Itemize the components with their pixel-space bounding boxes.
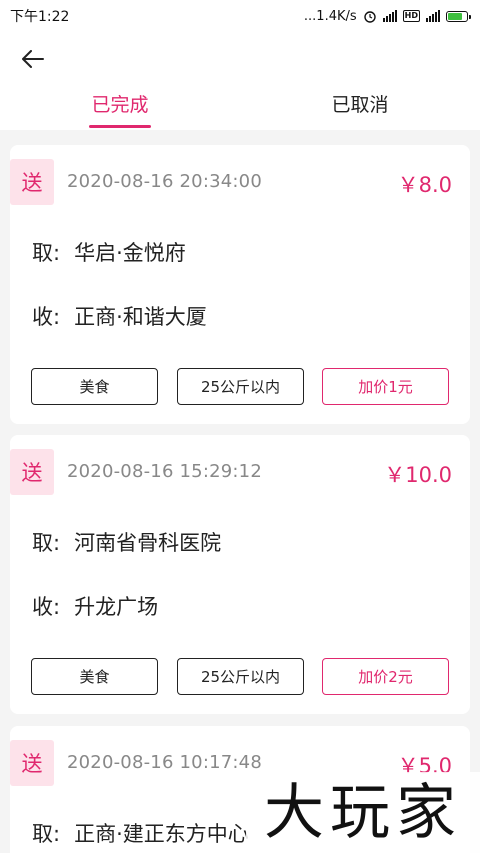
receive-label: 收: [32, 305, 61, 329]
delivery-badge: 送 [10, 449, 54, 495]
alarm-icon [363, 11, 376, 23]
battery-icon [446, 10, 471, 22]
network-speed: ...1.4K/s [303, 8, 357, 24]
receive-value: 正商·和谐大厦 [74, 305, 207, 329]
tag-surcharge: 加价1元 [322, 368, 449, 405]
order-time: 2020-08-16 15:29:12 [67, 461, 262, 482]
pickup-value: 正商·建正东方中心 [74, 822, 249, 846]
delivery-badge: 送 [10, 159, 54, 205]
back-button[interactable] [16, 42, 50, 76]
hd-icon: HD [402, 10, 420, 22]
order-tabs: 已完成 已取消 [0, 90, 480, 130]
tab-completed[interactable]: 已完成 [70, 90, 170, 130]
signal-icon [382, 10, 397, 22]
tag-category: 美食 [31, 368, 158, 405]
tag-weight: 25公斤以内 [177, 658, 304, 695]
pickup-address: 取: 华启·金悦府 [32, 237, 186, 267]
pickup-address: 取: 河南省骨科医院 [32, 527, 221, 557]
delivery-badge: 送 [10, 740, 54, 786]
status-bar: 下午1:22 ...1.4K/s HD [0, 0, 480, 32]
receive-label: 收: [32, 595, 61, 619]
order-price: ￥8.0 [397, 173, 452, 197]
watermark-logo: 大玩家 [246, 772, 480, 853]
pickup-value: 河南省骨科医院 [74, 531, 222, 555]
top-area: 已完成 已取消 [0, 32, 480, 130]
status-icons: ...1.4K/s HD [303, 8, 471, 24]
status-time: 下午1:22 [10, 9, 70, 25]
arrow-left-icon [22, 50, 44, 68]
receive-address: 收: 升龙广场 [32, 591, 158, 621]
tag-surcharge: 加价2元 [322, 658, 449, 695]
order-time: 2020-08-16 20:34:00 [67, 171, 262, 192]
receive-address: 收: 正商·和谐大厦 [32, 301, 207, 331]
tag-category: 美食 [31, 658, 158, 695]
order-card[interactable]: 送 2020-08-16 15:29:12 ￥10.0 取: 河南省骨科医院 收:… [10, 435, 470, 714]
receive-value: 升龙广场 [74, 595, 159, 619]
order-price: ￥10.0 [384, 463, 452, 487]
pickup-value: 华启·金悦府 [74, 241, 186, 265]
order-card[interactable]: 送 2020-08-16 20:34:00 ￥8.0 取: 华启·金悦府 收: 正商… [10, 145, 470, 424]
tab-cancelled[interactable]: 已取消 [310, 90, 410, 130]
pickup-label: 取: [32, 822, 61, 846]
active-tab-indicator [89, 125, 151, 128]
signal-4g-icon [426, 10, 440, 22]
watermark-text: 大玩家 [264, 777, 462, 848]
pickup-label: 取: [32, 531, 61, 555]
tag-weight: 25公斤以内 [177, 368, 304, 405]
pickup-address: 取: 正商·建正东方中心 [32, 818, 249, 848]
pickup-label: 取: [32, 241, 61, 265]
order-time: 2020-08-16 10:17:48 [67, 752, 262, 773]
